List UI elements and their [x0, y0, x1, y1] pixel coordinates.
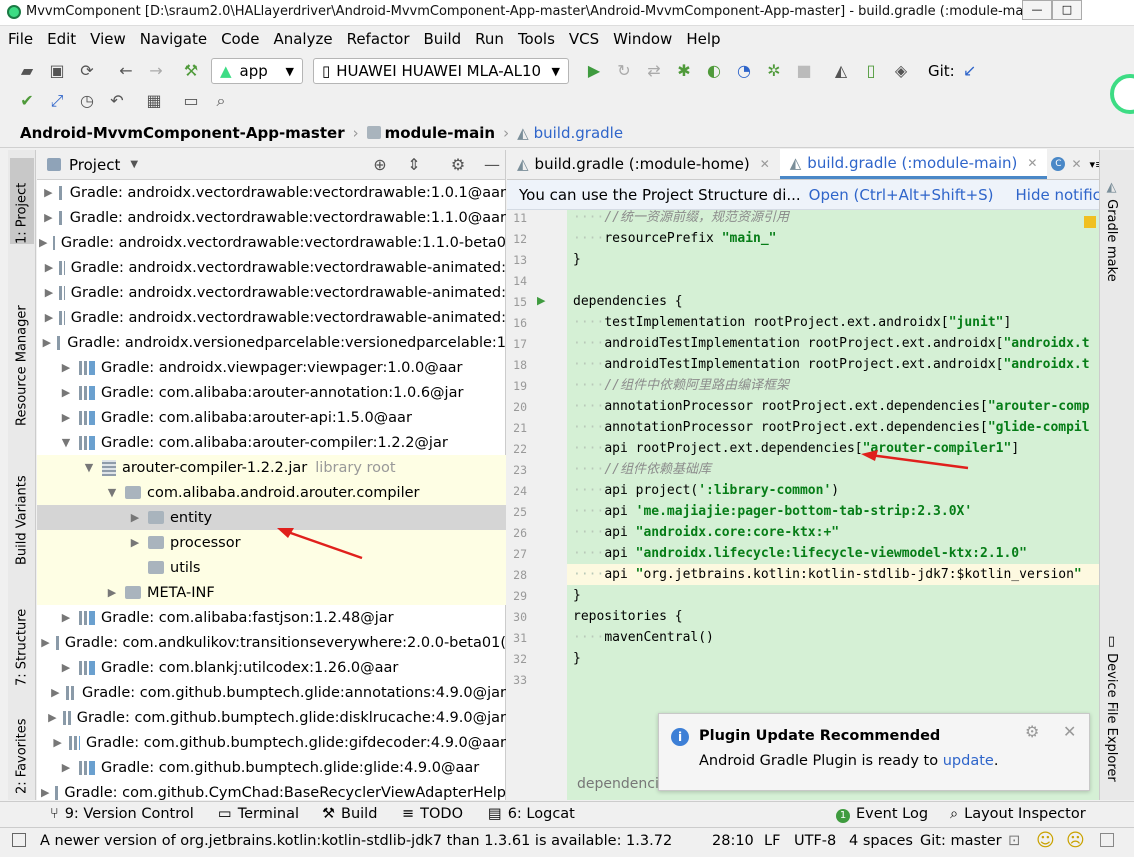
lock-icon[interactable]: ⊡ — [1008, 833, 1020, 849]
popup-title: Plugin Update Recommended — [699, 728, 941, 744]
close-icon[interactable]: ✕ — [1063, 722, 1076, 741]
list-icon: ≡ — [402, 806, 415, 822]
git-branch[interactable]: Git: master — [920, 833, 1002, 849]
inspector-icon: ⌕ — [950, 806, 959, 822]
popup-message: Android Gradle Plugin is ready to update… — [699, 753, 998, 769]
todo-label: TODO — [420, 806, 464, 822]
update-link[interactable]: update — [943, 753, 994, 769]
indent-setting[interactable]: 4 spaces — [849, 833, 913, 849]
terminal-label: Terminal — [237, 806, 299, 822]
build-label: Build — [341, 806, 378, 822]
status-toggle-icon[interactable] — [12, 833, 26, 847]
terminal-icon: ▭ — [218, 806, 232, 822]
logcat-label: 6: Logcat — [507, 806, 575, 822]
layout-inspector-label: Layout Inspector — [964, 806, 1086, 822]
layout-inspector-button[interactable]: ⌕ Layout Inspector — [950, 806, 1086, 822]
caret-position[interactable]: 28:10 — [712, 833, 754, 849]
plugin-update-popup: i Plugin Update Recommended ⚙ ✕ Android … — [658, 713, 1090, 791]
logcat-button[interactable]: ▤ 6: Logcat — [488, 806, 575, 822]
happy-face-icon[interactable]: ☺ — [1036, 830, 1055, 851]
hammer-icon: ⚒ — [322, 806, 335, 822]
todo-button[interactable]: ≡ TODO — [402, 806, 463, 822]
popup-text: Android Gradle Plugin is ready to — [699, 753, 939, 769]
terminal-button[interactable]: ▭ Terminal — [218, 806, 299, 822]
status-message[interactable]: A newer version of org.jetbrains.kotlin:… — [40, 833, 672, 849]
file-encoding[interactable]: UTF-8 — [794, 833, 836, 849]
settings-gear-icon[interactable]: ⚙ — [1025, 722, 1039, 741]
info-icon: i — [671, 728, 689, 746]
event-log-button[interactable]: 1 Event Log — [836, 806, 928, 823]
tool-window-bar: ⑂ 9: Version Control ▭ Terminal ⚒ Build ≡ TO… — [0, 801, 1134, 827]
logcat-icon: ▤ — [488, 806, 502, 822]
branch-icon: ⑂ — [50, 806, 59, 822]
sad-face-icon[interactable]: ☹ — [1066, 830, 1085, 851]
event-log-label: Event Log — [856, 806, 929, 822]
status-bar: A newer version of org.jetbrains.kotlin:… — [0, 827, 1134, 857]
version-control-label: 9: Version Control — [64, 806, 194, 822]
build-button[interactable]: ⚒ Build — [322, 806, 377, 822]
popup-period: . — [993, 753, 999, 769]
event-log-icon: 1 — [836, 809, 850, 823]
memory-indicator-icon[interactable] — [1100, 833, 1114, 847]
version-control-button[interactable]: ⑂ 9: Version Control — [50, 806, 194, 822]
line-separator[interactable]: LF — [764, 833, 780, 849]
